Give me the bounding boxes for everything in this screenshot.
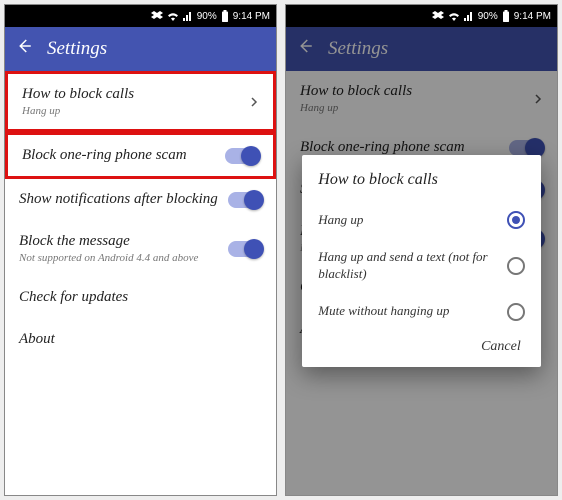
toggle-switch[interactable] [228,192,262,208]
dialog-option-label: Mute without hanging up [318,303,496,320]
status-bar: 90% 9:14 PM [286,5,557,27]
settings-item-title: About [19,331,262,348]
dropbox-icon [432,11,444,21]
page-title: Settings [47,38,107,60]
toggle-switch[interactable] [228,241,262,257]
clock: 9:14 PM [514,11,551,22]
settings-item[interactable]: Check for updates [5,277,276,319]
settings-item[interactable]: Block the message Not supported on Androi… [5,221,276,277]
app-bar: Settings [5,27,276,71]
battery-icon [502,10,510,22]
dialog-option[interactable]: Hang up and send a text (not for blackli… [318,239,524,293]
dialog-options: Hang up Hang up and send a text (not for … [318,201,524,331]
dialog-option-label: Hang up and send a text (not for blackli… [318,249,496,283]
back-button[interactable] [15,37,33,61]
settings-item[interactable]: How to block calls Hang up [5,71,276,132]
toggle-switch[interactable] [225,148,259,164]
dialog-option[interactable]: Mute without hanging up [318,293,524,331]
battery-icon [221,10,229,22]
wifi-icon [167,11,179,21]
clock: 9:14 PM [233,11,270,22]
battery-level: 90% [197,11,217,22]
settings-item[interactable]: Show notifications after blocking [5,179,276,221]
radio-button[interactable] [507,257,525,275]
settings-list-left: How to block calls Hang up Block one-ring … [5,71,276,495]
dialog-title: How to block calls [318,171,524,189]
settings-item-sub: Not supported on Android 4.4 and above [19,252,220,264]
settings-item-title: Show notifications after blocking [19,191,220,208]
settings-item-title: How to block calls [22,86,241,103]
wifi-icon [448,11,460,21]
signal-icon [183,11,193,21]
dialog-option[interactable]: Hang up [318,201,524,239]
signal-icon [464,11,474,21]
settings-item[interactable]: About [5,319,276,361]
settings-item[interactable]: Block one-ring phone scam [5,132,276,179]
cancel-button[interactable]: Cancel [481,339,521,354]
dialog-option-label: Hang up [318,212,496,229]
phone-left: 90% 9:14 PM Settings How to block callsH… [4,4,277,496]
settings-item-title: Check for updates [19,289,262,306]
settings-item-sub: Hang up [22,105,241,117]
radio-button[interactable] [507,303,525,321]
phone-right: 90% 9:14 PM Settings How to block callsH… [285,4,558,496]
settings-item-title: Block the message [19,233,220,250]
radio-button[interactable] [507,211,525,229]
chevron-right-icon [249,97,259,107]
battery-level: 90% [478,11,498,22]
block-calls-dialog: How to block calls Hang up Hang up and se… [302,155,540,367]
status-bar: 90% 9:14 PM [5,5,276,27]
dialog-scrim[interactable]: How to block calls Hang up Hang up and se… [286,27,557,495]
dropbox-icon [151,11,163,21]
settings-item-title: Block one-ring phone scam [22,147,217,164]
